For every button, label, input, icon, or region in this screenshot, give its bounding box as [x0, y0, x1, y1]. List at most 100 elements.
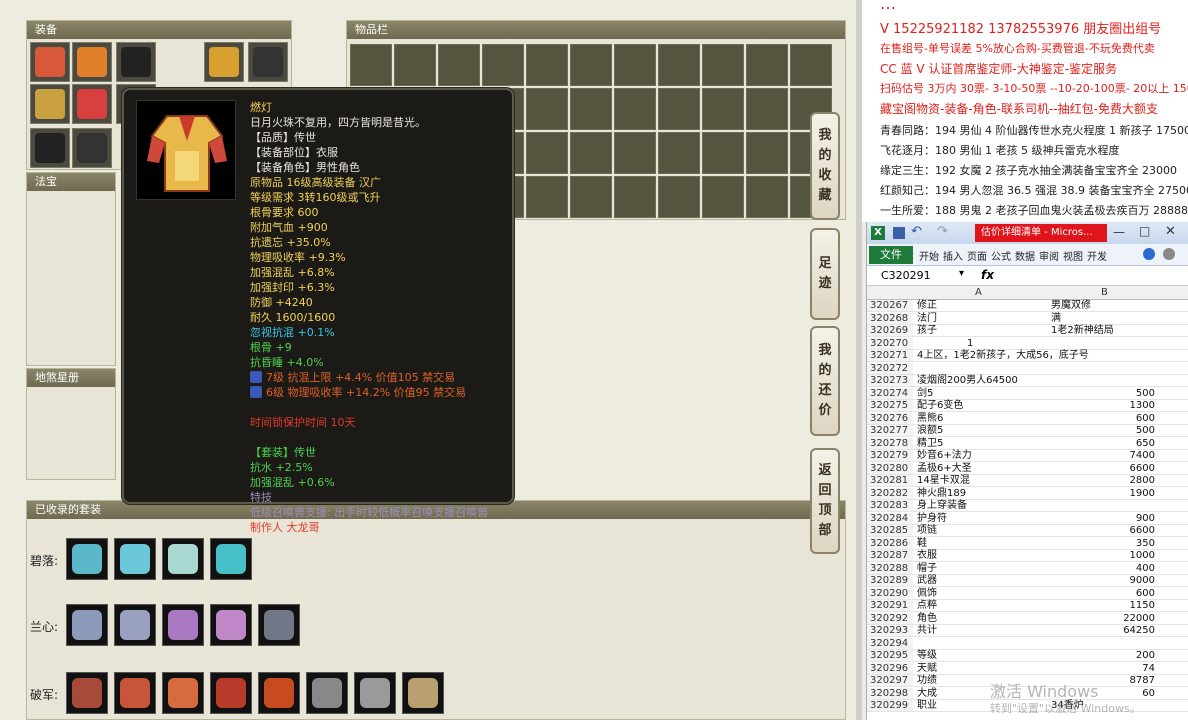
row-number[interactable]: 320272	[867, 362, 913, 374]
inventory-cell[interactable]	[658, 44, 700, 86]
cell-b[interactable]: 650	[1049, 438, 1159, 450]
excel-app-icon[interactable]: X	[871, 226, 885, 240]
cell-b[interactable]: 满	[1049, 313, 1159, 325]
cell-a[interactable]: 项链	[915, 525, 1049, 537]
ribbon-tab[interactable]: 数据	[1015, 248, 1035, 263]
cell-a[interactable]: 孩子	[915, 325, 1049, 337]
set-piece[interactable]	[258, 604, 300, 646]
ribbon-tab[interactable]: 视图	[1063, 248, 1083, 263]
inventory-cell[interactable]	[658, 88, 700, 130]
cell-b[interactable]: 男魔双修	[1049, 300, 1159, 312]
row-number[interactable]: 320279	[867, 450, 913, 462]
cell-a[interactable]: 共计	[915, 625, 1049, 637]
row-number[interactable]: 320280	[867, 462, 913, 474]
inventory-cell[interactable]	[746, 176, 788, 218]
set-piece[interactable]	[210, 538, 252, 580]
undo-icon[interactable]: ↶	[911, 224, 922, 239]
set-piece[interactable]	[162, 672, 204, 714]
cell-b[interactable]: 200	[1049, 650, 1159, 662]
row-number[interactable]: 320291	[867, 600, 913, 612]
inventory-cell[interactable]	[526, 132, 568, 174]
cell-a[interactable]: 点粹	[915, 600, 1049, 612]
row-number[interactable]: 320297	[867, 675, 913, 687]
column-a-header[interactable]: A	[975, 287, 982, 298]
row-number[interactable]: 320282	[867, 487, 913, 499]
cell-a[interactable]: 4上区，1老2新孩子，大成56，底子号	[915, 350, 1089, 362]
cell-a[interactable]: 等级	[915, 650, 1049, 662]
equip-slot[interactable]	[30, 128, 70, 168]
ribbon-tab[interactable]: 开始	[919, 248, 939, 263]
row-number[interactable]: 320295	[867, 650, 913, 662]
row-number[interactable]: 320268	[867, 312, 913, 324]
ribbon-toggle-icon[interactable]	[1163, 248, 1175, 260]
equip-slot[interactable]	[248, 42, 288, 82]
cell-b[interactable]: 600	[1049, 413, 1159, 425]
inventory-cell[interactable]	[702, 44, 744, 86]
set-piece[interactable]	[210, 604, 252, 646]
equip-slot[interactable]	[72, 128, 112, 168]
row-number[interactable]: 320287	[867, 550, 913, 562]
inventory-cell[interactable]	[526, 88, 568, 130]
cell-b[interactable]: 64250	[1049, 625, 1159, 637]
row-number[interactable]: 320290	[867, 587, 913, 599]
inventory-cell[interactable]	[746, 44, 788, 86]
equip-slot[interactable]	[30, 84, 70, 124]
row-number[interactable]: 320294	[867, 637, 913, 649]
row-number[interactable]: 320269	[867, 325, 913, 337]
set-piece[interactable]	[66, 604, 108, 646]
name-box-dropdown-icon[interactable]: ▾	[959, 268, 964, 279]
row-number[interactable]: 320284	[867, 512, 913, 524]
maximize-button[interactable]: □	[1139, 224, 1150, 238]
help-icon[interactable]	[1143, 248, 1155, 260]
set-piece[interactable]	[402, 672, 444, 714]
set-piece[interactable]	[258, 672, 300, 714]
cell-a[interactable]: 神火鼎189	[915, 488, 1049, 500]
inventory-cell[interactable]	[570, 132, 612, 174]
row-number[interactable]: 320289	[867, 575, 913, 587]
cell-a[interactable]: 佩饰	[915, 588, 1049, 600]
ribbon-tab[interactable]: 页面	[967, 248, 987, 263]
cell-a[interactable]: 法门	[915, 313, 1049, 325]
inventory-cell[interactable]	[438, 44, 480, 86]
save-icon[interactable]	[893, 227, 905, 239]
inventory-cell[interactable]	[790, 44, 832, 86]
cell-a[interactable]: 武器	[915, 575, 1049, 587]
row-number[interactable]: 320274	[867, 387, 913, 399]
file-tab[interactable]: 文件	[869, 246, 913, 264]
row-number[interactable]: 320267	[867, 300, 913, 312]
inventory-cell[interactable]	[746, 132, 788, 174]
cell-b[interactable]: 6600	[1049, 463, 1159, 475]
cell-b[interactable]: 350	[1049, 538, 1159, 550]
cell-a[interactable]: 14星卡双混	[915, 475, 1049, 487]
inventory-cell[interactable]	[570, 44, 612, 86]
set-piece[interactable]	[162, 604, 204, 646]
close-button[interactable]: ✕	[1165, 224, 1176, 239]
cell-b[interactable]: 6600	[1049, 525, 1159, 537]
equip-slot[interactable]	[30, 42, 70, 82]
inventory-cell[interactable]	[614, 132, 656, 174]
cell-a[interactable]: 护身符	[915, 513, 1049, 525]
minimize-button[interactable]: —	[1113, 225, 1125, 239]
row-number[interactable]: 320277	[867, 425, 913, 437]
redo-icon[interactable]: ↷	[937, 224, 948, 239]
cell-b[interactable]: 1150	[1049, 600, 1159, 612]
equip-slot[interactable]	[116, 42, 156, 82]
cell-a[interactable]: 身上穿装备	[915, 500, 1049, 512]
cell-b[interactable]: 1老2新神结局	[1049, 325, 1159, 337]
cell-a[interactable]: 精卫5	[915, 438, 1049, 450]
ribbon-tab[interactable]: 公式	[991, 248, 1011, 263]
cell-a[interactable]: 帽子	[915, 563, 1049, 575]
row-number[interactable]: 320296	[867, 662, 913, 674]
row-number[interactable]: 320292	[867, 612, 913, 624]
footprint-button[interactable]: 足迹	[810, 228, 840, 320]
cell-a[interactable]: 鞋	[915, 538, 1049, 550]
inventory-cell[interactable]	[614, 44, 656, 86]
set-piece[interactable]	[66, 672, 108, 714]
row-number[interactable]: 320286	[867, 537, 913, 549]
inventory-cell[interactable]	[570, 176, 612, 218]
inventory-cell[interactable]	[614, 176, 656, 218]
cell-a[interactable]: 修正	[915, 300, 1049, 312]
cell-a[interactable]: 配子6变色	[915, 400, 1049, 412]
cell-a[interactable]: 孟极6+大圣	[915, 463, 1049, 475]
set-piece[interactable]	[306, 672, 348, 714]
